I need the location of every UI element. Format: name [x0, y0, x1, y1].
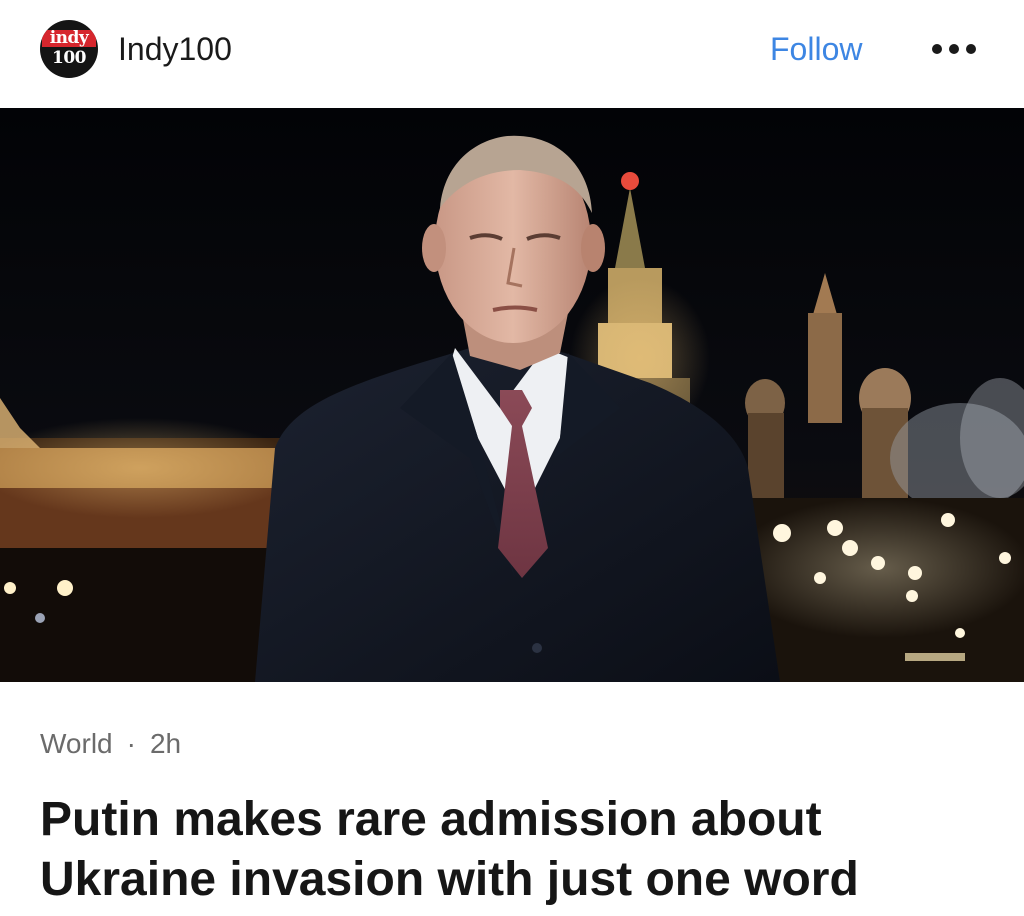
- follow-button[interactable]: Follow: [770, 30, 862, 68]
- publisher-logo[interactable]: indy 100: [40, 20, 98, 78]
- logo-top-text: indy: [42, 30, 96, 47]
- headline-line: Putin makes rare admission about: [40, 793, 822, 846]
- article-age: 2h: [149, 728, 182, 759]
- article-meta: World · 2h: [40, 726, 181, 762]
- hero-photo: [0, 108, 1024, 682]
- more-options-icon[interactable]: [928, 34, 980, 64]
- more-dot: [949, 44, 959, 54]
- more-dot: [966, 44, 976, 54]
- article-category[interactable]: World: [40, 728, 113, 759]
- publisher-name[interactable]: Indy100: [118, 30, 232, 68]
- meta-separator: ·: [126, 728, 136, 759]
- headline-line: Ukraine invasion with just one word: [40, 853, 859, 906]
- logo-bottom-text: 100: [52, 48, 87, 68]
- article-headline[interactable]: Putin makes rare admission about Ukraine…: [40, 790, 1000, 910]
- article-hero-image[interactable]: [0, 108, 1024, 682]
- publisher-header: indy 100 Indy100 Follow: [0, 0, 1024, 108]
- more-dot: [932, 44, 942, 54]
